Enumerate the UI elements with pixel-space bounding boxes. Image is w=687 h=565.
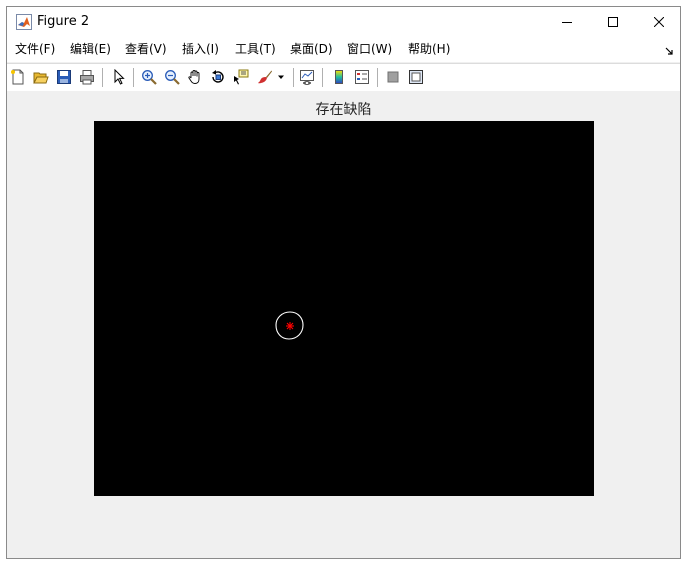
- toolbar-separator: [133, 68, 134, 87]
- new-figure-icon: [11, 69, 24, 85]
- figure-window: Figure 2 文件(F) 编辑(E) 查看(V) 插入(I) 工具(T) 桌…: [6, 6, 681, 559]
- zoom-out-button[interactable]: [162, 67, 182, 87]
- window-title: Figure 2: [37, 14, 90, 29]
- toolbar-separator: [322, 68, 323, 87]
- show-plot-tools-icon: [409, 70, 423, 84]
- title-bar: Figure 2: [7, 7, 680, 37]
- print-icon: [80, 70, 94, 85]
- matlab-logo-icon: [16, 14, 32, 30]
- legend-button[interactable]: [352, 67, 372, 87]
- brush-button[interactable]: [255, 67, 275, 87]
- menu-insert[interactable]: 插入(I): [182, 42, 219, 57]
- toolbar-separator: [293, 68, 294, 87]
- figure-toolbar: [7, 63, 680, 92]
- maximize-button[interactable]: [590, 7, 636, 37]
- minimize-icon: [562, 22, 572, 23]
- rotate-3d-button[interactable]: [208, 67, 228, 87]
- hide-plot-tools-icon: [387, 71, 399, 83]
- menu-desktop[interactable]: 桌面(D): [290, 42, 333, 57]
- menu-view[interactable]: 查看(V): [125, 42, 167, 57]
- rotate-3d-icon: [212, 70, 224, 83]
- new-figure-button[interactable]: [8, 67, 28, 87]
- close-icon: [654, 17, 664, 27]
- print-button[interactable]: [77, 67, 97, 87]
- show-plot-tools-button[interactable]: [406, 67, 426, 87]
- link-plot-button[interactable]: [297, 67, 317, 87]
- colorbar-icon: [335, 70, 343, 84]
- pan-hand-icon: [188, 70, 200, 84]
- menu-tools[interactable]: 工具(T): [235, 42, 276, 57]
- toolbar-separator: [102, 68, 103, 87]
- chevron-down-icon: [278, 75, 284, 79]
- axes-title: 存在缺陷: [315, 102, 372, 118]
- maximize-icon: [608, 17, 618, 27]
- menu-file[interactable]: 文件(F): [15, 42, 55, 57]
- save-icon: [57, 70, 71, 84]
- data-cursor-icon: [234, 69, 249, 85]
- pan-button[interactable]: [185, 67, 205, 87]
- dock-arrow-icon[interactable]: [664, 45, 674, 55]
- zoom-in-button[interactable]: [139, 67, 159, 87]
- zoom-out-icon: [165, 70, 180, 85]
- close-button[interactable]: [636, 7, 680, 37]
- menu-window[interactable]: 窗口(W): [347, 42, 392, 57]
- toolbar-separator: [377, 68, 378, 87]
- zoom-in-icon: [142, 70, 157, 85]
- select-arrow-icon: [114, 69, 125, 85]
- image-plot: [275, 311, 304, 340]
- hide-plot-tools-button[interactable]: [383, 67, 403, 87]
- save-button[interactable]: [54, 67, 74, 87]
- colorbar-button[interactable]: [329, 67, 349, 87]
- data-cursor-button[interactable]: [231, 67, 251, 87]
- figure-canvas: 存在缺陷: [7, 91, 680, 558]
- open-file-button[interactable]: [31, 67, 51, 87]
- menu-bar: 文件(F) 编辑(E) 查看(V) 插入(I) 工具(T) 桌面(D) 窗口(W…: [7, 37, 680, 62]
- image-axes[interactable]: [94, 121, 594, 496]
- minimize-button[interactable]: [544, 7, 590, 37]
- link-plot-icon: [300, 70, 314, 85]
- open-file-icon: [33, 72, 49, 84]
- brush-dropdown-button[interactable]: [275, 67, 287, 87]
- brush-icon: [258, 70, 272, 84]
- legend-icon: [355, 70, 369, 84]
- defect-center-marker: [286, 322, 294, 330]
- menu-edit[interactable]: 编辑(E): [70, 42, 111, 57]
- select-arrow-button[interactable]: [109, 67, 129, 87]
- menu-help[interactable]: 帮助(H): [408, 42, 450, 57]
